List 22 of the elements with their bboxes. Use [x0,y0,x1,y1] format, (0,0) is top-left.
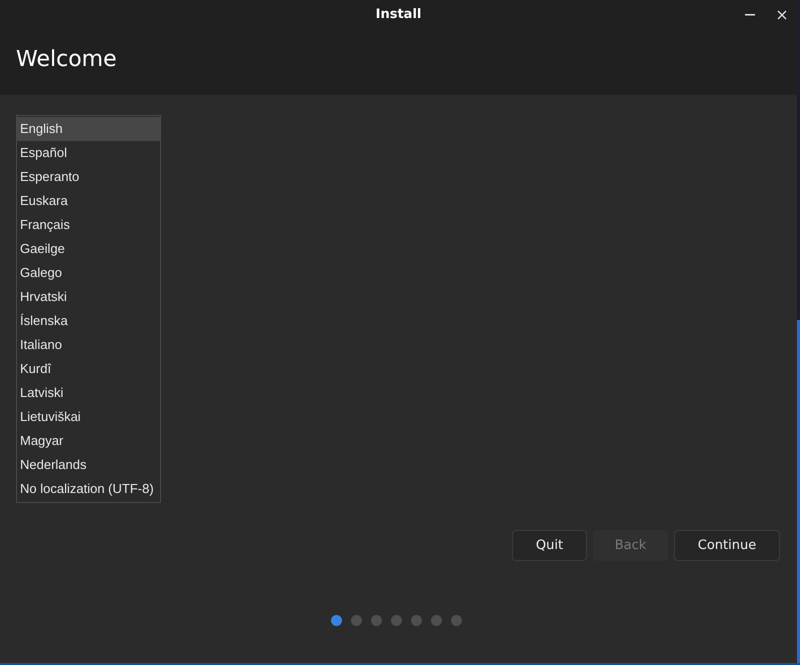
close-icon[interactable] [777,10,787,20]
window-title: Install [376,6,422,24]
language-item[interactable]: Gaeilge [17,237,160,261]
language-item[interactable]: Esperanto [17,165,160,189]
language-item[interactable]: Nederlands [17,453,160,477]
button[interactable]: Quit [512,530,587,561]
language-item[interactable]: Español [17,141,160,165]
language-item[interactable]: Magyar [17,429,160,453]
language-item[interactable]: Kurdî [17,357,160,381]
language-item[interactable]: Euskara [17,189,160,213]
language-item[interactable]: Íslenska [17,309,160,333]
language-item[interactable]: Latviski [17,381,160,405]
language-item[interactable]: Italiano [17,333,160,357]
minimize-icon[interactable] [745,14,755,16]
language-item[interactable]: English [17,117,160,141]
language-item[interactable]: Lietuviškai [17,405,160,429]
language-item[interactable]: Hrvatski [17,285,160,309]
language-item[interactable]: No localization (UTF-8) [17,477,160,501]
button[interactable]: Continue [674,530,780,561]
page-heading: Welcome [16,46,117,74]
language-item[interactable]: Galego [17,261,160,285]
language-item[interactable]: Français [17,213,160,237]
